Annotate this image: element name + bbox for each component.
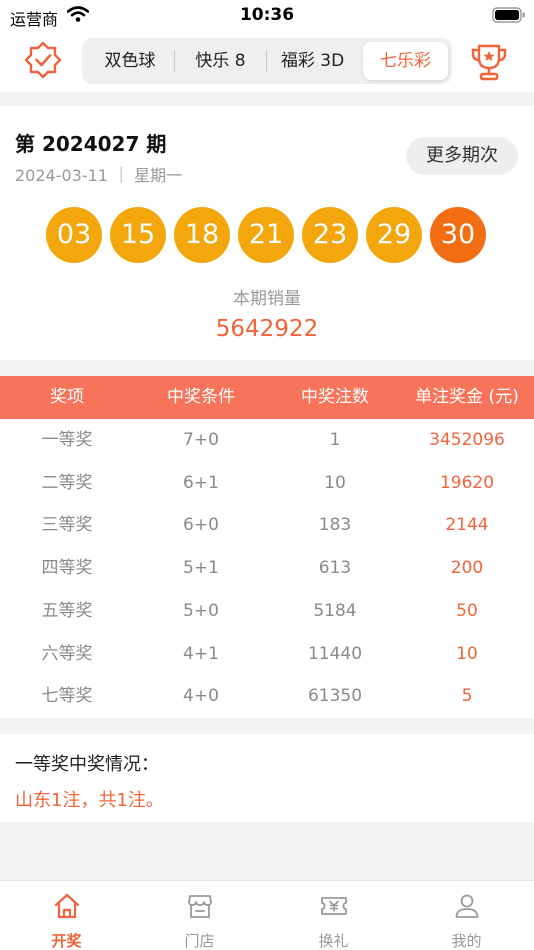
prize-level-cell: 六等奖 [41, 643, 93, 664]
prize-amount-cell: 19620 [439, 472, 495, 493]
bottom-tab-bar: 开奖 门店 换礼 我的 [0, 880, 534, 950]
top-bar: 双色球 快乐 8 福彩 3D 七乐彩 [0, 30, 534, 92]
condition-cell: 6+0 [183, 515, 219, 536]
lottery-type-tabs: 双色球 快乐 8 福彩 3D 七乐彩 [82, 38, 452, 84]
tab-qilecai[interactable]: 七乐彩 [363, 42, 448, 80]
table-row: 一等奖 7+0 1 3452096 [0, 419, 534, 462]
tab-label: 开奖 [51, 932, 82, 950]
prize-table: 奖项 中奖条件 中奖注数 单注奖金 (元) 一等奖 7+0 1 3452096 二等奖 6… [0, 376, 534, 718]
special-number-ball: 30 [430, 207, 486, 263]
store-icon [188, 895, 212, 918]
winners-count-cell: 613 [318, 558, 352, 579]
draw-card: 第 2024027 期 2024-03-11 ｜ 星期一 更多期次 03 15 … [0, 106, 534, 360]
issue-date: 2024-03-11 ｜ 星期一 [15, 166, 183, 185]
tab-fucai3d[interactable]: 福彩 3D [267, 42, 358, 80]
table-row: 四等奖 5+1 613 200 [0, 547, 534, 590]
prize-level-cell: 七等奖 [41, 686, 93, 707]
user-icon [455, 894, 479, 918]
tab-label: 门店 [184, 932, 215, 950]
prize-level-cell: 五等奖 [41, 600, 93, 621]
battery-icon [492, 7, 525, 23]
prize-amount-cell: 3452096 [429, 430, 505, 450]
condition-cell: 4+1 [183, 643, 219, 664]
status-time: 10:36 [239, 5, 295, 25]
issue-title: 第 2024027 期 [15, 132, 167, 156]
prize-amount-cell: 50 [456, 600, 478, 621]
tab-shuangseqiu[interactable]: 双色球 [86, 42, 174, 80]
header-prize-amount: 单注奖金 (元) [415, 387, 519, 407]
number-ball: 15 [110, 207, 166, 263]
table-header: 奖项 中奖条件 中奖注数 单注奖金 (元) [0, 376, 534, 419]
sales-label: 本期销量 [233, 289, 301, 309]
table-row: 七等奖 4+0 61350 5 [0, 675, 534, 718]
condition-cell: 7+0 [183, 430, 219, 450]
table-row: 二等奖 6+1 10 19620 [0, 462, 534, 505]
tab-label: 换礼 [318, 932, 349, 950]
winners-count-cell: 61350 [307, 686, 363, 707]
winners-count-cell: 5184 [313, 600, 357, 621]
prize-level-cell: 一等奖 [41, 430, 93, 450]
condition-cell: 6+1 [183, 472, 219, 493]
prize-level-cell: 四等奖 [41, 558, 93, 579]
prize-level-cell: 二等奖 [41, 472, 93, 493]
condition-cell: 5+0 [183, 600, 219, 621]
number-ball: 18 [174, 207, 230, 263]
prize-amount-cell: 200 [450, 558, 484, 579]
winners-count-cell: 11440 [307, 643, 363, 664]
header-condition: 中奖条件 [167, 387, 235, 407]
condition-cell: 5+1 [183, 558, 219, 579]
condition-cell: 4+0 [183, 686, 219, 707]
number-ball: 23 [302, 207, 358, 263]
tab-mendian[interactable]: 门店 [133, 881, 266, 950]
trophy-icon[interactable] [466, 39, 512, 85]
winners-count-cell: 183 [318, 515, 352, 536]
badge-check-icon[interactable] [20, 39, 66, 85]
tab-wode[interactable]: 我的 [400, 881, 533, 950]
prize-amount-cell: 5 [461, 686, 473, 707]
home-icon [54, 893, 80, 919]
tab-kaijiang[interactable]: 开奖 [0, 881, 133, 950]
header-winners-count: 中奖注数 [301, 387, 369, 407]
winners-detail: 山东1注，共1注。 [15, 790, 164, 811]
sales-value: 5642922 [215, 316, 319, 342]
gift-ticket-icon [321, 897, 347, 915]
status-bar: 运营商 10:36 [0, 0, 534, 30]
table-row: 三等奖 6+0 183 2144 [0, 504, 534, 547]
number-ball: 29 [366, 207, 422, 263]
tab-kuaile8[interactable]: 快乐 8 [175, 42, 266, 80]
winners-count-cell: 10 [324, 472, 346, 493]
first-prize-winners: 一等奖中奖情况： 山东1注，共1注。 [0, 734, 534, 822]
winners-title: 一等奖中奖情况： [15, 754, 159, 775]
number-ball: 03 [46, 207, 102, 263]
tab-label: 我的 [451, 932, 482, 950]
tab-huanli[interactable]: 换礼 [267, 881, 400, 950]
winners-count-cell: 1 [329, 430, 341, 450]
prize-amount-cell: 2144 [445, 515, 489, 536]
prize-amount-cell: 10 [456, 643, 478, 664]
prize-level-cell: 三等奖 [41, 515, 93, 536]
number-ball: 21 [238, 207, 294, 263]
header-prize-level: 奖项 [50, 387, 84, 407]
table-row: 五等奖 5+0 5184 50 [0, 590, 534, 633]
more-issues-button[interactable]: 更多期次 [406, 137, 518, 175]
table-row: 六等奖 4+1 11440 10 [0, 633, 534, 676]
